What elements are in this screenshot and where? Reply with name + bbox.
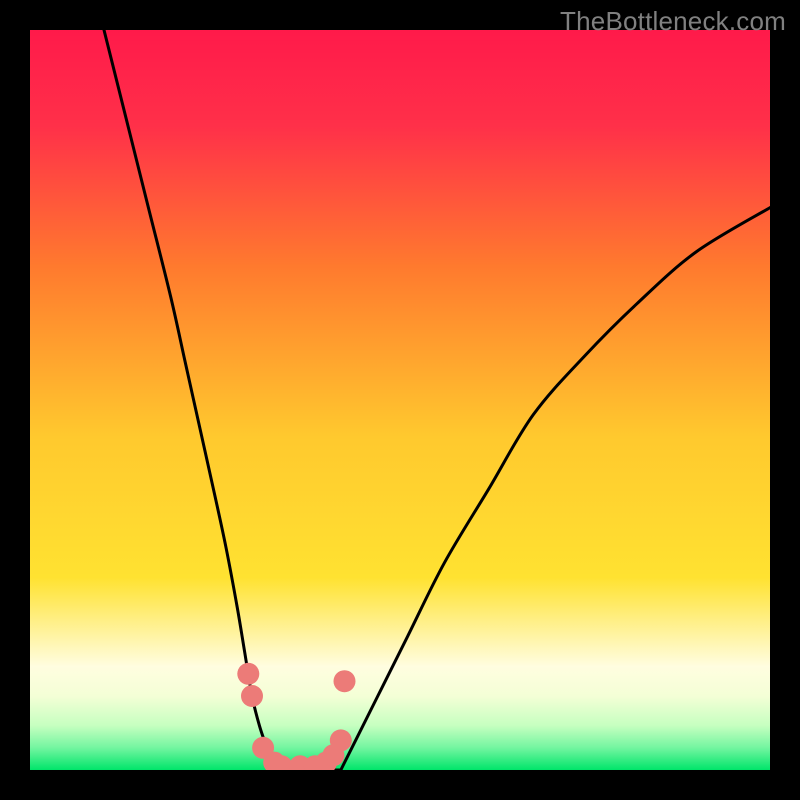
data-marker: [241, 685, 263, 707]
watermark-text: TheBottleneck.com: [560, 6, 786, 37]
chart-svg: [30, 30, 770, 770]
data-marker: [334, 670, 356, 692]
data-marker: [330, 729, 352, 751]
data-marker: [237, 663, 259, 685]
chart-background-gradient: [30, 30, 770, 770]
plot-area: [30, 30, 770, 770]
chart-frame: TheBottleneck.com: [0, 0, 800, 800]
